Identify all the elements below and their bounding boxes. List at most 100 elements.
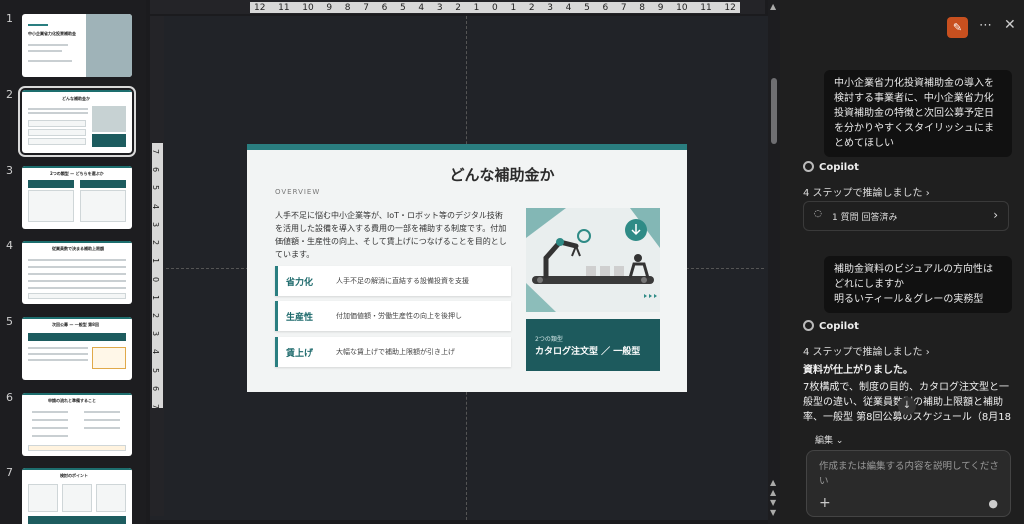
- thumb-title: 次回公募 — 一般型 第8回: [52, 322, 99, 327]
- slide-number: 4: [6, 239, 13, 252]
- ruler-tick-label: 3: [436, 2, 443, 13]
- ruler-tick-label: 7: [151, 403, 161, 410]
- slide-subtitle[interactable]: OVERVIEW: [275, 188, 320, 196]
- ruler-tick-label: 10: [676, 2, 688, 13]
- slide-thumbnail-4[interactable]: 従業員数で決まる補助上限額: [22, 241, 132, 304]
- microphone-icon[interactable]: ●: [988, 497, 998, 510]
- response-done: 資料が仕上がりました。: [803, 365, 913, 376]
- thumb-title: 申請の流れと準備すること: [48, 398, 96, 403]
- scroll-down-icon[interactable]: ▼: [770, 508, 776, 517]
- ruler-tick-label: 5: [151, 185, 161, 191]
- ruler-tick-label: 0: [492, 2, 498, 13]
- card-value: 大幅な賃上げで補助上限額が引き上げ: [336, 348, 455, 356]
- slide-thumbnail-3[interactable]: 2つの類型 — どちらを選ぶか: [22, 166, 132, 229]
- app-window: 1 中小企業省力化投資補助金 2 どんな補助金か 3 2つの類型 — どちらを選…: [0, 0, 1024, 524]
- scroll-down-button[interactable]: ↓: [898, 397, 916, 415]
- slide-thumbnail-2[interactable]: どんな補助金か: [18, 86, 136, 157]
- ruler-tick-label: 3: [151, 331, 161, 337]
- vertical-ruler: 7 6 5 4 3 2 1 0 1 2 3 4 5 6 7: [150, 16, 164, 516]
- thumb-title: 検討のポイント: [60, 473, 88, 478]
- copilot-pane: ✎ ⋯ ✕ 中小企業省力化投資補助金の導入を検討する事業者に、中小企業省力化投資…: [780, 0, 1024, 524]
- ruler-tick-label: 5: [584, 2, 590, 13]
- copilot-label: Copilot: [803, 320, 859, 332]
- slide-number: 5: [6, 315, 13, 328]
- card-key: 生産性: [286, 313, 314, 323]
- ruler-tick-label: 7: [363, 2, 369, 13]
- slide-thumbnail-5[interactable]: 次回公募 — 一般型 第8回: [22, 317, 132, 380]
- scroll-up-icon[interactable]: ▲: [770, 478, 776, 487]
- ruler-tick-label: 2: [528, 2, 535, 13]
- scroll-down-icon[interactable]: ▼: [770, 498, 776, 507]
- scroll-up-icon[interactable]: ▲: [770, 488, 776, 497]
- thumb-title: どんな補助金か: [62, 96, 90, 101]
- thumb-title: 中小企業省力化投資補助金: [28, 31, 76, 36]
- slide-thumbnail-1[interactable]: 中小企業省力化投資補助金: [22, 14, 132, 77]
- answered-question-card[interactable]: ◌ 1 質問 回答済み ›: [803, 201, 1009, 231]
- canvas-scrollbar[interactable]: ▲ ▲ ▲ ▼ ▼: [768, 0, 780, 524]
- reasoning-steps-link[interactable]: 4 ステップで推論しました ›: [803, 184, 930, 199]
- scrollbar-thumb[interactable]: [771, 78, 777, 144]
- copilot-icon: [803, 161, 814, 172]
- prompt-input-box[interactable]: 作成または編集する内容を説明してください + ●: [806, 450, 1011, 517]
- ruler-tick-label: 11: [278, 2, 290, 13]
- robot-arm-illustration[interactable]: [526, 208, 660, 312]
- card-value: 付加価値額・労働生産性の向上を後押し: [336, 312, 462, 320]
- feature-card[interactable]: 生産性 付加価値額・労働生産性の向上を後押し: [275, 301, 511, 331]
- edit-label: 編集: [815, 436, 834, 446]
- slide-thumbnail-panel[interactable]: 1 中小企業省力化投資補助金 2 どんな補助金か 3 2つの類型 — どちらを選…: [0, 0, 146, 524]
- ruler-tick-label: 2: [151, 240, 161, 246]
- horizontal-ruler: 12 11 10 9 8 7 6 5 4 3 2 1 0 1 2 3 4 5 6 7 8 9 10 11 12: [150, 0, 765, 14]
- slide-paragraph[interactable]: 人手不足に悩む中小企業等が、IoT・ロボット等のデジタル技術を活用した設備を導入…: [275, 209, 510, 261]
- new-chat-button[interactable]: ✎: [947, 17, 968, 38]
- slide-number: 6: [6, 391, 13, 404]
- thumb-title: 2つの類型 — どちらを選ぶか: [50, 171, 104, 176]
- ruler-tick-label: 1: [473, 2, 480, 13]
- ruler-tick-label: 8: [639, 2, 646, 13]
- slide-thumbnail-7[interactable]: 検討のポイント: [22, 468, 132, 524]
- ruler-tick-label: 0: [151, 276, 161, 282]
- slide-number: 2: [6, 88, 13, 101]
- ruler-tick-label: 5: [151, 367, 161, 373]
- slide-top-bar: [247, 144, 687, 150]
- card-key: 省力化: [286, 278, 314, 288]
- more-options-icon[interactable]: ⋯: [979, 18, 992, 33]
- ruler-tick-label: 2: [455, 2, 461, 13]
- ruler-tick-label: 12: [254, 2, 266, 13]
- ruler-tick-label: 4: [151, 349, 161, 355]
- reasoning-steps-link[interactable]: 4 ステップで推論しました ›: [803, 343, 930, 358]
- close-icon[interactable]: ✕: [1004, 17, 1016, 33]
- slide-title[interactable]: どんな補助金か: [247, 164, 687, 185]
- slide-thumbnail-6[interactable]: 申請の流れと準備すること: [22, 393, 132, 456]
- current-slide[interactable]: どんな補助金か OVERVIEW 人手不足に悩む中小企業等が、IoT・ロボット等…: [247, 144, 687, 392]
- copilot-name: Copilot: [819, 162, 859, 173]
- user-message: 補助金資料のビジュアルの方向性はどれにしますか 明るいティール＆グレーの実務型: [824, 256, 1012, 313]
- ruler-tick-label: 6: [151, 385, 161, 391]
- ruler-tick-label: 1: [510, 2, 517, 13]
- thumb-title: 従業員数で決まる補助上限額: [52, 246, 104, 251]
- ruler-tick-label: 5: [400, 2, 406, 13]
- card-value: 人手不足の解消に直結する設備投資を支援: [336, 277, 469, 285]
- add-icon[interactable]: +: [819, 495, 831, 511]
- copilot-name: Copilot: [819, 321, 859, 332]
- ruler-tick-label: 1: [151, 294, 161, 300]
- copilot-label: Copilot: [803, 161, 859, 173]
- feature-card[interactable]: 賃上げ 大幅な賃上げで補助上限額が引き上げ: [275, 337, 511, 367]
- type-badge[interactable]: 2つの類型 カタログ注文型 ／ 一般型: [526, 319, 660, 371]
- badge-sub: 2つの類型: [535, 336, 563, 343]
- reasoning-steps-label: 4 ステップで推論しました: [803, 347, 923, 358]
- ruler-tick-label: 11: [700, 2, 712, 13]
- prompt-input[interactable]: 作成または編集する内容を説明してください: [819, 459, 1004, 489]
- badge-main: カタログ注文型 ／ 一般型: [535, 347, 641, 357]
- ruler-tick-label: 10: [302, 2, 314, 13]
- slide-number: 3: [6, 164, 13, 177]
- ruler-tick-label: 7: [151, 148, 161, 155]
- ruler-tick-label: 3: [151, 221, 161, 227]
- ruler-tick-label: 3: [547, 2, 553, 13]
- ruler-tick-label: 4: [151, 203, 161, 209]
- slide-number: 1: [6, 12, 13, 25]
- scroll-up-icon[interactable]: ▲: [770, 2, 776, 11]
- edit-menu[interactable]: 編集 ⌄: [815, 433, 843, 446]
- feature-card[interactable]: 省力化 人手不足の解消に直結する設備投資を支援: [275, 266, 511, 296]
- ruler-tick-label: 8: [344, 2, 351, 13]
- slide-number: 7: [6, 466, 13, 479]
